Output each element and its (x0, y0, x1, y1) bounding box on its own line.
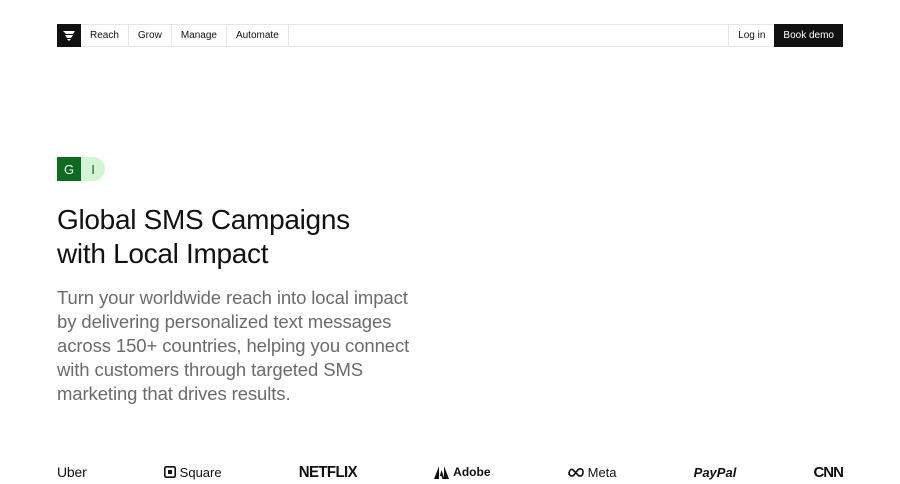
badge-i: I (81, 157, 105, 181)
book-demo-button[interactable]: Book demo (774, 24, 843, 47)
login-link[interactable]: Log in (728, 25, 774, 46)
square-logo-icon (163, 466, 176, 478)
nav-item-automate[interactable]: Automate (227, 25, 289, 46)
uber-logo: Uber (57, 465, 87, 479)
hero-description: Turn your worldwide reach into local imp… (57, 287, 410, 404)
badge-g: G (57, 157, 81, 181)
cnn-logo-text: CNN (813, 463, 843, 481)
nav-item-grow[interactable]: Grow (129, 25, 172, 46)
adobe-logo-text: Adobe (453, 465, 491, 479)
uber-logo-text: Uber (57, 464, 87, 480)
cnn-logo: CNN (813, 465, 843, 480)
adobe-logo: Adobe (434, 465, 491, 479)
paypal-logo-text: PayPal (693, 464, 737, 480)
nav-item-manage[interactable]: Manage (172, 25, 227, 46)
meta-logo-icon (567, 468, 584, 477)
nav-item-reach[interactable]: Reach (81, 25, 129, 46)
title-line-2: with Local Impact (57, 238, 269, 269)
square-logo: Square (163, 464, 222, 480)
product-badges: G I (57, 157, 105, 181)
paypal-logo: PayPal (694, 466, 737, 479)
adobe-logo-icon (434, 465, 450, 479)
page-title: Global SMS Campaigns with Local Impact (57, 203, 457, 271)
title-line-1: Global SMS Campaigns (57, 204, 350, 235)
netflix-logo: NETFLIX (298, 463, 358, 481)
meta-logo-text: Meta (587, 464, 617, 480)
meta-logo: Meta (567, 464, 617, 480)
netflix-logo-text: NETFLIX (298, 463, 358, 481)
brand-logo-icon[interactable] (57, 24, 81, 47)
top-navigation: Reach Grow Manage Automate Log in Book d… (57, 24, 843, 47)
customer-logos: Uber Square NETFLIX Adobe Meta PayPal CN… (57, 460, 844, 484)
square-logo-text: Square (179, 464, 222, 480)
